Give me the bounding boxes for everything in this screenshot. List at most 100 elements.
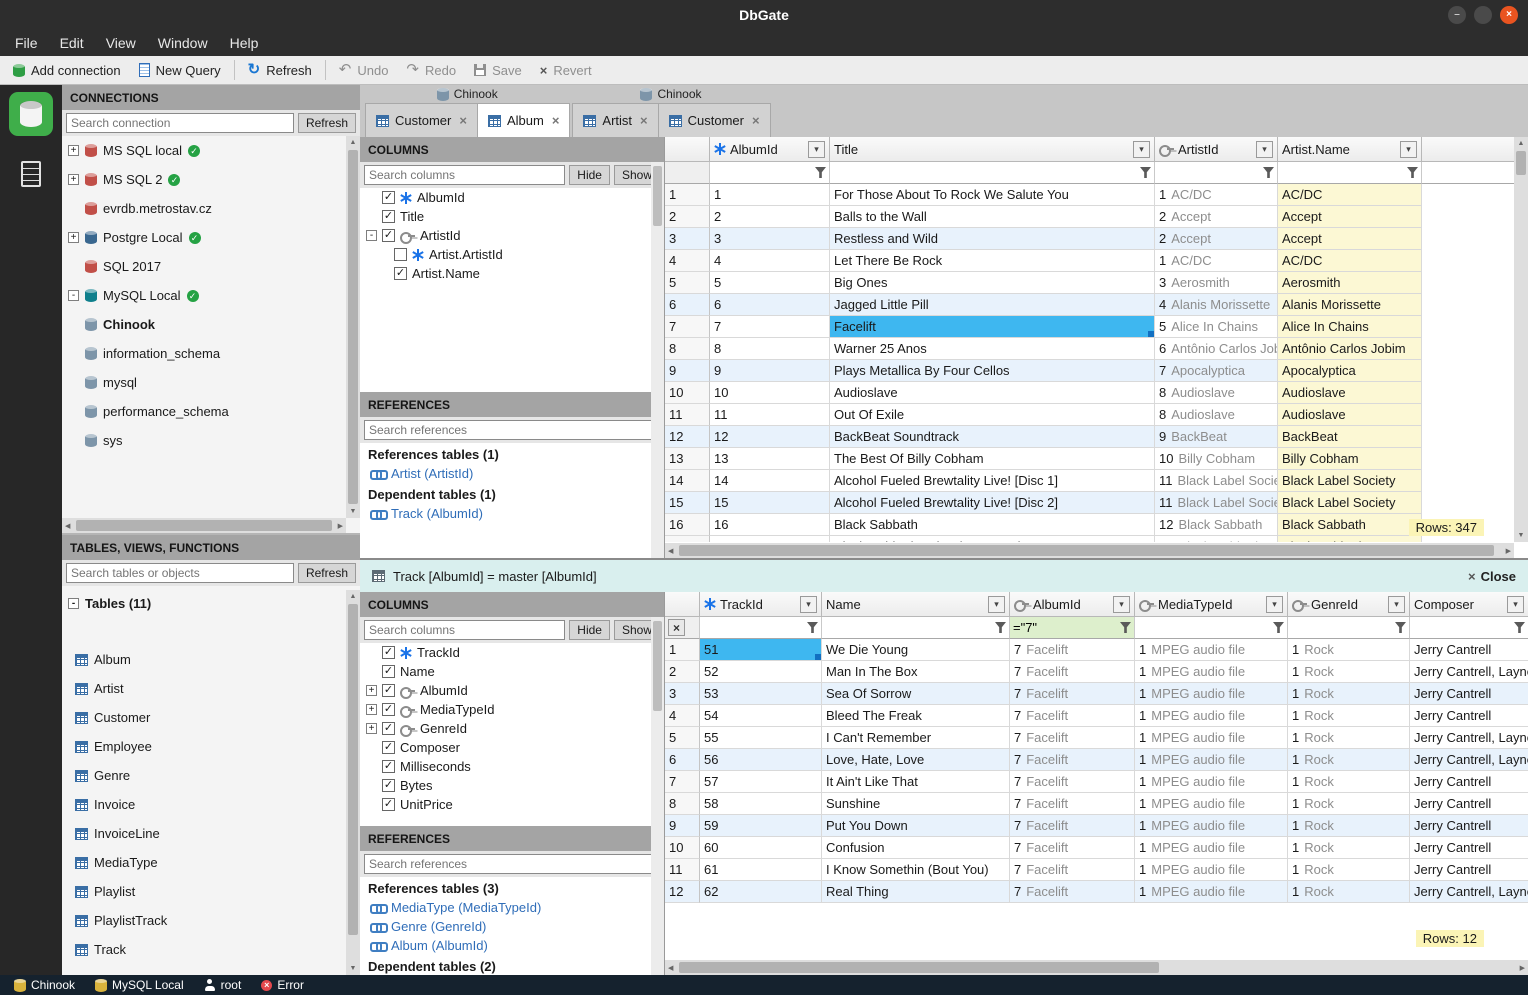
cell-trackid[interactable]: 57: [700, 771, 822, 793]
new-query-button[interactable]: New Query: [130, 60, 230, 81]
column-header-title[interactable]: Title: [830, 137, 1155, 162]
cell-artistid[interactable]: 1 AC/DC: [1155, 184, 1278, 206]
cell-trackid[interactable]: 62: [700, 881, 822, 903]
horizontal-scrollbar[interactable]: [665, 960, 1528, 975]
cell-trackid[interactable]: 54: [700, 705, 822, 727]
cell-title[interactable]: For Those About To Rock We Salute You: [830, 184, 1155, 206]
scrollbar-thumb[interactable]: [348, 150, 358, 504]
revert-button[interactable]: Revert: [531, 60, 601, 81]
cell-artistid[interactable]: 4 Alanis Morissette: [1155, 294, 1278, 316]
column-checkbox[interactable]: [382, 684, 395, 697]
cell-albumid[interactable]: 5: [710, 272, 830, 294]
cell-artistid[interactable]: 12Black Sabbath: [1155, 514, 1278, 536]
column-menu-button[interactable]: [988, 595, 1005, 613]
vertical-scrollbar[interactable]: [651, 617, 664, 975]
filter-input[interactable]: [1413, 617, 1512, 638]
row-number-cell[interactable]: 2: [665, 206, 710, 228]
cell-albumid[interactable]: 7: [710, 316, 830, 338]
scroll-right-button[interactable]: [338, 522, 343, 530]
cell-composer[interactable]: Jerry Cantrell, Layne Staley: [1410, 749, 1528, 771]
cell-albumid[interactable]: 7 Facelift: [1010, 793, 1135, 815]
cell-mediatypeid[interactable]: 1 MPEG audio file: [1135, 881, 1288, 903]
cell-composer[interactable]: Jerry Cantrell, Layne Staley: [1410, 881, 1528, 903]
cell-composer[interactable]: Jerry Cantrell: [1410, 859, 1528, 881]
column-checkbox[interactable]: [382, 779, 395, 792]
cell-title[interactable]: Alcohol Fueled Brewtality Live! [Disc 1]: [830, 470, 1155, 492]
cell-artist-name[interactable]: Alanis Morissette: [1278, 294, 1422, 316]
filter-icon[interactable]: [1395, 622, 1406, 633]
connection-item[interactable]: sys: [62, 426, 346, 455]
maximize-button[interactable]: [1474, 6, 1492, 24]
row-number-cell[interactable]: 2: [665, 661, 700, 683]
add-connection-button[interactable]: Add connection: [4, 60, 130, 81]
scroll-up-button[interactable]: [1518, 140, 1525, 147]
reference-link[interactable]: Album (AlbumId): [360, 936, 664, 955]
hide-button[interactable]: Hide: [569, 165, 610, 185]
cell-albumid[interactable]: 8: [710, 338, 830, 360]
cell-genreid[interactable]: 1 Rock: [1288, 837, 1410, 859]
cell-albumid[interactable]: 7 Facelift: [1010, 683, 1135, 705]
table-item[interactable]: Album: [62, 645, 346, 674]
cell-albumid[interactable]: 7 Facelift: [1010, 859, 1135, 881]
column-menu-button[interactable]: [1400, 140, 1417, 158]
row-number-cell[interactable]: 10: [665, 837, 700, 859]
filter-input[interactable]: [713, 162, 813, 183]
cell-artist-name[interactable]: AC/DC: [1278, 184, 1422, 206]
column-checkbox[interactable]: [382, 229, 395, 242]
cell-artistid[interactable]: 6Antônio Carlos Jobim: [1155, 338, 1278, 360]
cell-title[interactable]: BackBeat Soundtrack: [830, 426, 1155, 448]
row-number-cell[interactable]: 9: [665, 360, 710, 382]
cell-composer[interactable]: Jerry Cantrell: [1410, 771, 1528, 793]
expander-toggle[interactable]: +: [366, 685, 377, 696]
cell-artist-name[interactable]: Apocalyptica: [1278, 360, 1422, 382]
scroll-left-button[interactable]: [668, 964, 673, 972]
scrollbar-thumb[interactable]: [679, 545, 1494, 556]
cell-mediatypeid[interactable]: 1 MPEG audio file: [1135, 771, 1288, 793]
column-checkbox[interactable]: [382, 646, 395, 659]
cell-title[interactable]: Out Of Exile: [830, 404, 1155, 426]
row-number-cell[interactable]: 10: [665, 382, 710, 404]
filter-input[interactable]: [1291, 617, 1393, 638]
cell-trackid[interactable]: 56: [700, 749, 822, 771]
table-item[interactable]: Invoice: [62, 790, 346, 819]
tab-close-icon[interactable]: [459, 113, 467, 128]
cell-title[interactable]: Facelift: [830, 316, 1155, 338]
cell-genreid[interactable]: 1 Rock: [1288, 727, 1410, 749]
filter-cell-artistid[interactable]: [1155, 162, 1278, 184]
expander-toggle[interactable]: +: [68, 145, 79, 156]
cell-genreid[interactable]: 1 Rock: [1288, 815, 1410, 837]
column-menu-button[interactable]: [1113, 595, 1130, 613]
vertical-scrollbar[interactable]: [346, 136, 360, 518]
cell-genreid[interactable]: 1 Rock: [1288, 859, 1410, 881]
cell-mediatypeid[interactable]: 1 MPEG audio file: [1135, 683, 1288, 705]
column-header-mediatypeid[interactable]: MediaTypeId: [1135, 592, 1288, 617]
cell-trackid[interactable]: 61: [700, 859, 822, 881]
references-search-input[interactable]: [364, 420, 660, 440]
row-number-cell[interactable]: 12: [665, 881, 700, 903]
table-item[interactable]: PlaylistTrack: [62, 906, 346, 935]
cell-albumid[interactable]: 4: [710, 250, 830, 272]
scrollbar-thumb[interactable]: [679, 962, 1159, 973]
cell-artistid[interactable]: 11Black Label Society: [1155, 470, 1278, 492]
cell-composer[interactable]: Jerry Cantrell: [1410, 705, 1528, 727]
column-menu-button[interactable]: [808, 140, 825, 158]
filter-icon[interactable]: [1273, 622, 1284, 633]
expander-toggle[interactable]: +: [366, 723, 377, 734]
tab-customer-2[interactable]: Customer: [657, 103, 771, 137]
save-button[interactable]: Save: [465, 60, 531, 81]
cell-genreid[interactable]: 1 Rock: [1288, 793, 1410, 815]
column-checkbox[interactable]: [382, 722, 395, 735]
filter-cell-composer[interactable]: [1410, 617, 1528, 639]
tables-group-row[interactable]: - Tables (11): [62, 589, 360, 618]
row-number-cell[interactable]: 8: [665, 793, 700, 815]
row-number-cell[interactable]: 4: [665, 705, 700, 727]
cell-artist-name[interactable]: Aerosmith: [1278, 272, 1422, 294]
cell-title[interactable]: Balls to the Wall: [830, 206, 1155, 228]
column-checkbox[interactable]: [394, 267, 407, 280]
table-item[interactable]: Playlist: [62, 877, 346, 906]
filter-input[interactable]: [833, 162, 1138, 183]
cell-genreid[interactable]: 1 Rock: [1288, 683, 1410, 705]
filter-input[interactable]: [1281, 162, 1405, 183]
filter-icon[interactable]: [1140, 167, 1151, 178]
filter-cell-title[interactable]: [830, 162, 1155, 184]
